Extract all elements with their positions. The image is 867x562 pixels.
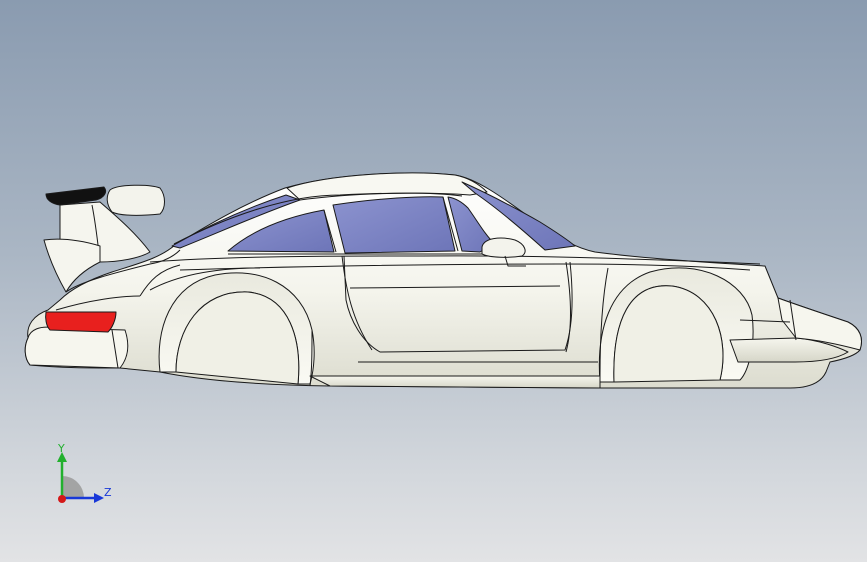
z-axis-arrow [94,493,104,503]
z-axis-label: Z [104,486,112,499]
side-skirt [309,375,601,389]
front-side-window [332,196,456,254]
triad-plane [62,476,84,498]
x-axis-point [58,495,66,503]
graphics-viewport[interactable]: Y Z [0,0,867,562]
rear-wing-endplate [106,184,165,216]
car-body-model[interactable] [0,0,867,562]
tail-light [45,311,117,333]
car-body [24,172,862,389]
y-axis-label: Y [57,442,65,455]
coordinate-triad: Y Z [57,442,112,503]
